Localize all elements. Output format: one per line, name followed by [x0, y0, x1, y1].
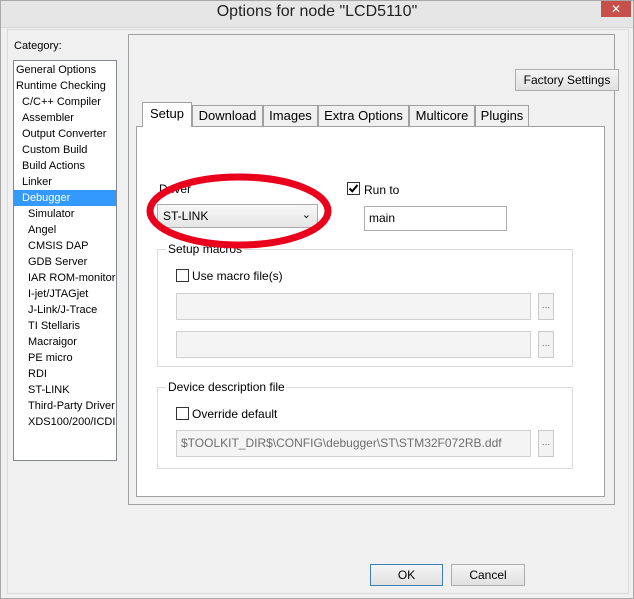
- ok-button[interactable]: OK: [370, 564, 443, 586]
- device-description-path-input[interactable]: $TOOLKIT_DIR$\CONFIG\debugger\ST\STM32F0…: [176, 430, 531, 457]
- category-item-xds100-200-icdi[interactable]: XDS100/200/ICDI: [14, 414, 116, 430]
- category-item-build-actions[interactable]: Build Actions: [14, 158, 116, 174]
- run-to-input[interactable]: main: [364, 206, 507, 231]
- macro-browse-button-1[interactable]: ...: [538, 293, 554, 320]
- category-item-assembler[interactable]: Assembler: [14, 110, 116, 126]
- macro-browse-button-2[interactable]: ...: [538, 331, 554, 358]
- tab-multicore[interactable]: Multicore: [409, 105, 475, 126]
- category-item-cmsis-dap[interactable]: CMSIS DAP: [14, 238, 116, 254]
- category-label: Category:: [14, 40, 62, 52]
- category-item-macraigor[interactable]: Macraigor: [14, 334, 116, 350]
- category-item-rdi[interactable]: RDI: [14, 366, 116, 382]
- cancel-button[interactable]: Cancel: [451, 564, 525, 586]
- category-item-jlink-jtrace[interactable]: J-Link/J-Trace: [14, 302, 116, 318]
- category-item-ti-stellaris[interactable]: TI Stellaris: [14, 318, 116, 334]
- device-description-label: Device description file: [166, 380, 287, 394]
- category-item-gdb-server[interactable]: GDB Server: [14, 254, 116, 270]
- factory-settings-button[interactable]: Factory Settings: [515, 69, 619, 91]
- override-default-checkbox[interactable]: [176, 407, 189, 420]
- use-macro-checkbox[interactable]: [176, 269, 189, 282]
- category-item-iar-rom-monitor[interactable]: IAR ROM-monitor: [14, 270, 116, 286]
- tab-setup[interactable]: Setup: [142, 102, 192, 127]
- category-list[interactable]: General Options Runtime Checking C/C++ C…: [13, 60, 117, 461]
- category-item-custom-build[interactable]: Custom Build: [14, 142, 116, 158]
- category-item-cpp-compiler[interactable]: C/C++ Compiler: [14, 94, 116, 110]
- category-item-runtime-checking[interactable]: Runtime Checking: [14, 78, 116, 94]
- red-highlight-circle: [146, 173, 332, 249]
- override-default-label: Override default: [192, 407, 278, 421]
- category-item-linker[interactable]: Linker: [14, 174, 116, 190]
- tab-extra-options[interactable]: Extra Options: [318, 105, 409, 126]
- macro-file-input-1[interactable]: [176, 293, 531, 320]
- category-item-simulator[interactable]: Simulator: [14, 206, 116, 222]
- macro-file-input-2[interactable]: [176, 331, 531, 358]
- title-bar[interactable]: Options for node "LCD5110" ✕: [1, 1, 633, 28]
- close-icon[interactable]: ✕: [601, 1, 631, 17]
- tab-images[interactable]: Images: [263, 105, 318, 126]
- device-browse-button[interactable]: ...: [538, 430, 554, 457]
- category-item-debugger[interactable]: Debugger: [14, 190, 116, 206]
- options-dialog: Options for node "LCD5110" ✕ Category: G…: [0, 0, 634, 599]
- category-item-pe-micro[interactable]: PE micro: [14, 350, 116, 366]
- run-to-checkbox[interactable]: [347, 182, 360, 195]
- category-item-output-converter[interactable]: Output Converter: [14, 126, 116, 142]
- tab-download[interactable]: Download: [192, 105, 263, 126]
- category-item-third-party-driver[interactable]: Third-Party Driver: [14, 398, 116, 414]
- category-item-st-link[interactable]: ST-LINK: [14, 382, 116, 398]
- checkmark-icon: [348, 184, 359, 193]
- category-item-general-options[interactable]: General Options: [14, 62, 116, 78]
- use-macro-label: Use macro file(s): [192, 269, 283, 283]
- category-item-angel[interactable]: Angel: [14, 222, 116, 238]
- window-title: Options for node "LCD5110": [216, 3, 418, 20]
- run-to-label: Run to: [364, 183, 400, 197]
- category-item-ijet-jtagjet[interactable]: I-jet/JTAGjet: [14, 286, 116, 302]
- tab-plugins[interactable]: Plugins: [475, 105, 529, 126]
